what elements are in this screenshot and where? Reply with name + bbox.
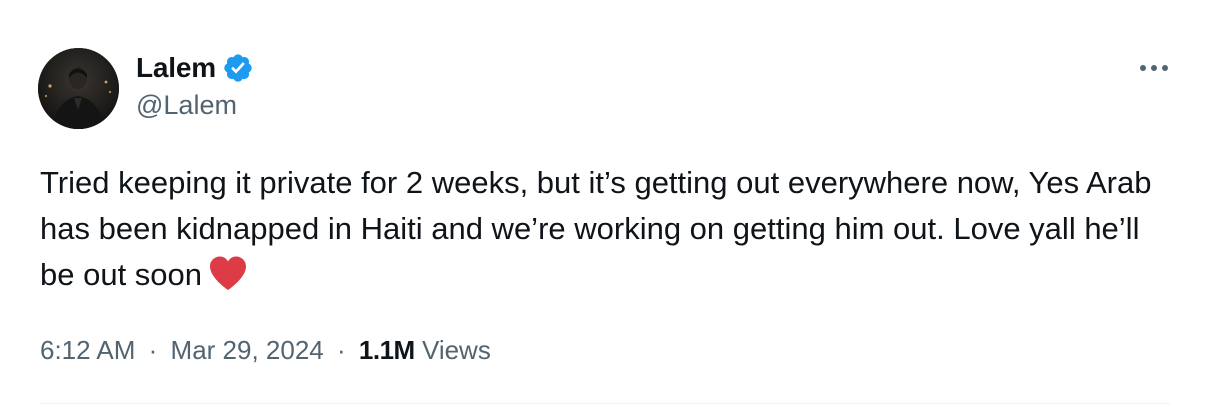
- meta-separator: ·: [337, 335, 346, 365]
- views-label: Views: [421, 335, 491, 365]
- views-count: 1.1M: [358, 335, 415, 365]
- more-options-button[interactable]: [1134, 56, 1174, 80]
- meta-separator: ·: [148, 335, 158, 365]
- tweet-card: Lalem @Lalem Tried keeping it private fo…: [0, 0, 1208, 406]
- tweet-body: Tried keeping it private for 2 weeks, bu…: [40, 165, 1152, 292]
- author-handle[interactable]: @Lalem: [136, 90, 237, 121]
- divider: [40, 403, 1170, 404]
- profile-photo: [38, 48, 119, 129]
- author-name-row: Lalem: [136, 50, 254, 86]
- red-heart-icon: [208, 255, 248, 304]
- tweet-meta: 6:12 AM · Mar 29, 2024 · 1.1M Views: [40, 335, 491, 366]
- tweet-date[interactable]: Mar 29, 2024: [171, 335, 324, 365]
- verified-badge-icon[interactable]: [222, 52, 254, 84]
- tweet-time[interactable]: 6:12 AM: [40, 335, 135, 365]
- more-horizontal-icon: [1140, 65, 1168, 71]
- display-name[interactable]: Lalem: [136, 52, 216, 84]
- avatar[interactable]: [38, 48, 119, 129]
- tweet-text: Tried keeping it private for 2 weeks, bu…: [40, 160, 1170, 304]
